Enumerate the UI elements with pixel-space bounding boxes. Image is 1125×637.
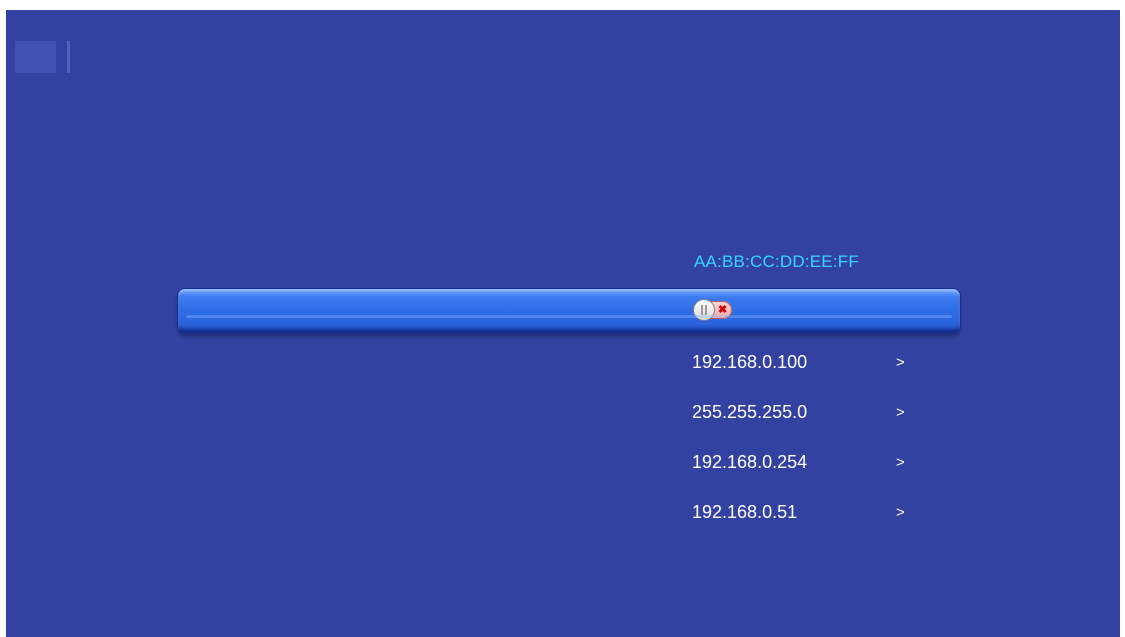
ip-address-row[interactable]: 192.168.0.100 > [692, 346, 992, 396]
network-settings-screen: AA:BB:CC:DD:EE:FF ✖ 192.168.0.100 > 255.… [6, 10, 1120, 637]
ethernet-toggle-row[interactable]: ✖ [178, 289, 960, 333]
dns-value: 192.168.0.51 [692, 502, 798, 522]
chevron-right-icon: > [896, 504, 905, 521]
network-settings-list: 192.168.0.100 > 255.255.255.0 > 192.168.… [692, 346, 992, 546]
gateway-value: 192.168.0.254 [692, 452, 808, 472]
toggle-switch-icon[interactable]: ✖ [694, 300, 732, 320]
ip-address-value: 192.168.0.100 [692, 352, 808, 372]
subnet-mask-row[interactable]: 255.255.255.0 > [692, 396, 992, 446]
header-divider [67, 41, 70, 73]
dns-row[interactable]: 192.168.0.51 > [692, 496, 992, 546]
chevron-right-icon: > [896, 354, 905, 371]
mac-address-value: AA:BB:CC:DD:EE:FF [694, 252, 859, 271]
chevron-right-icon: > [896, 404, 905, 421]
app-icon-placeholder [15, 41, 56, 73]
gateway-row[interactable]: 192.168.0.254 > [692, 446, 992, 496]
subnet-mask-value: 255.255.255.0 [692, 402, 808, 422]
toggle-knob [694, 300, 714, 320]
chevron-right-icon: > [896, 454, 905, 471]
off-x-icon: ✖ [718, 304, 728, 316]
